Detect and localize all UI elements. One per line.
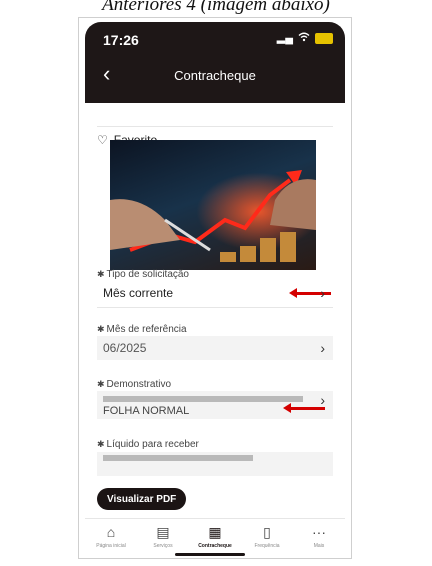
chevron-right-icon: › xyxy=(320,340,325,356)
divider xyxy=(97,126,333,127)
status-time: 17:26 xyxy=(103,32,139,48)
statement-select[interactable]: FOLHA NORMAL › xyxy=(97,391,333,419)
divider xyxy=(97,307,333,308)
more-icon: ··· xyxy=(312,524,326,540)
net-pay-field xyxy=(97,452,333,476)
view-pdf-button[interactable]: Visualizar PDF xyxy=(97,488,187,510)
field-label-net-pay: ✱ Líquido para receber xyxy=(97,439,199,450)
redacted-bar xyxy=(103,455,253,461)
document-icon: ▯ xyxy=(263,524,271,540)
chevron-right-icon: › xyxy=(320,285,325,301)
page-title: Contracheque xyxy=(174,68,256,83)
field-label-request-type: ✱ Tipo de solicitação xyxy=(97,269,189,280)
request-type-value: Mês corrente xyxy=(103,286,174,300)
banner-image xyxy=(110,140,316,270)
status-icons: ▂▄ xyxy=(277,32,333,44)
statement-value: FOLHA NORMAL xyxy=(103,405,190,417)
tab-home[interactable]: ⌂ Página inicial xyxy=(85,519,137,558)
field-label-statement: ✱ Demonstrativo xyxy=(97,379,172,390)
wifi-icon xyxy=(298,32,310,44)
redacted-bar xyxy=(103,396,303,402)
page-caption: Anteriores 4 (imagem abaixo) xyxy=(102,0,330,15)
services-icon: ▤ xyxy=(156,524,170,540)
field-label-reference-month: ✱ Mês de referência xyxy=(97,324,187,335)
chevron-right-icon: › xyxy=(320,392,325,408)
battery-icon xyxy=(315,32,333,44)
heart-outline-icon: ♡ xyxy=(97,133,108,147)
reference-month-value: 06/2025 xyxy=(103,341,147,355)
signal-icon: ▂▄ xyxy=(276,32,293,44)
red-arrow-annotation xyxy=(289,288,331,298)
reference-month-select[interactable]: 06/2025 › xyxy=(97,336,333,360)
request-type-select[interactable]: Mês corrente › xyxy=(97,281,333,305)
home-icon: ⌂ xyxy=(106,524,116,540)
phone-screenshot: 17:26 ▂▄ ‹ Contracheque ♡ Favorito xyxy=(78,17,352,559)
home-indicator xyxy=(175,553,245,556)
app-header: 17:26 ▂▄ ‹ Contracheque xyxy=(85,22,345,103)
tab-more[interactable]: ··· Mais xyxy=(293,519,345,558)
tab-attendance[interactable]: ▯ Frequência xyxy=(241,519,293,558)
payslip-icon: ▦ xyxy=(208,524,222,540)
